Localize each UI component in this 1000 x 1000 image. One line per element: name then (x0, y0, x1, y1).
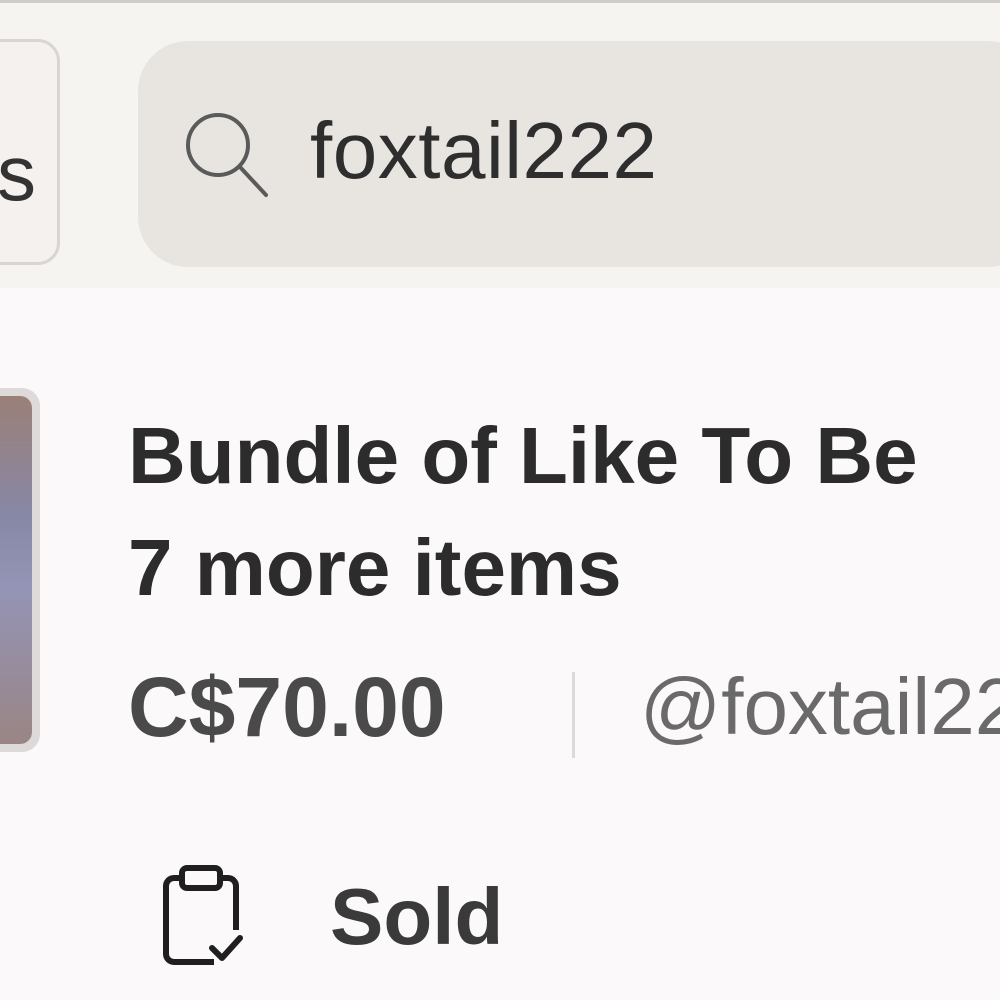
listing-thumbnail[interactable] (0, 388, 40, 752)
filter-chip[interactable]: s (0, 39, 60, 265)
listing-title[interactable]: Bundle of Like To Be 7 more items (128, 400, 1000, 624)
search-icon (186, 113, 268, 197)
filter-chip-label: s (0, 129, 36, 217)
listing-title-line2: 7 more items (128, 523, 622, 612)
clipboard-check-icon (163, 865, 246, 966)
seller-username[interactable]: @foxtail22 (640, 652, 1000, 762)
price-divider (572, 672, 575, 758)
search-results-page: s foxtail222 Bundle of Like To Be 7 more… (0, 0, 1000, 1000)
listing-title-line1: Bundle of Like To Be (128, 411, 918, 500)
search-header: s foxtail222 (0, 0, 1000, 288)
search-input[interactable]: foxtail222 (138, 41, 1000, 267)
search-query[interactable]: foxtail222 (310, 111, 657, 191)
listing-price: C$70.00 (128, 660, 446, 754)
status-label: Sold (330, 872, 504, 961)
listing-image (0, 396, 32, 744)
